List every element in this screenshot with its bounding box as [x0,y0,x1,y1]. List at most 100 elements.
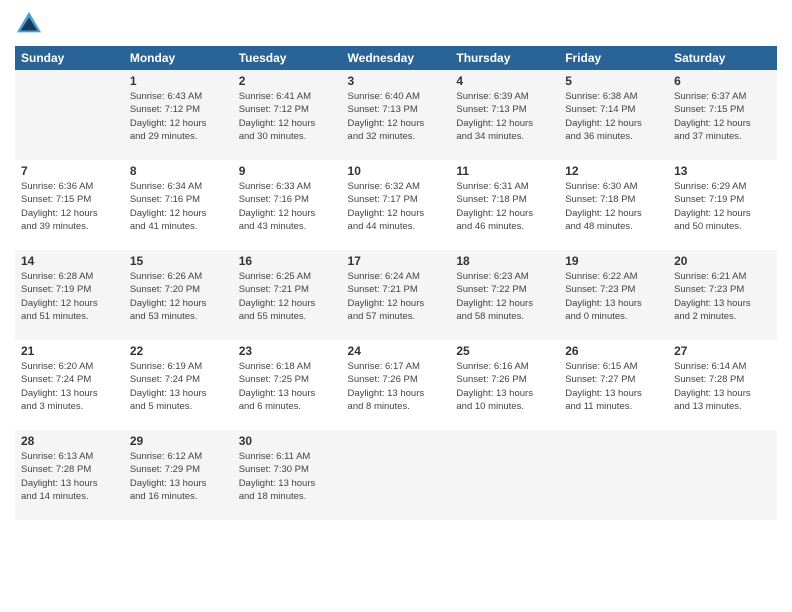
day-number: 9 [239,164,336,178]
day-number: 10 [348,164,445,178]
day-number: 25 [456,344,553,358]
day-cell-29: 29Sunrise: 6:12 AM Sunset: 7:29 PM Dayli… [124,430,233,520]
day-info: Sunrise: 6:20 AM Sunset: 7:24 PM Dayligh… [21,360,118,413]
day-number: 11 [456,164,553,178]
day-info: Sunrise: 6:38 AM Sunset: 7:14 PM Dayligh… [565,90,662,143]
day-info: Sunrise: 6:29 AM Sunset: 7:19 PM Dayligh… [674,180,771,233]
day-info: Sunrise: 6:12 AM Sunset: 7:29 PM Dayligh… [130,450,227,503]
day-cell-26: 26 Sunrise: 6:15 AM Sunset: 7:27 PM Dayli… [559,340,668,430]
day-cell-12: 12 Sunrise: 6:30 AM Sunset: 7:18 PM Dayli… [559,160,668,250]
day-number: 5 [565,74,662,88]
week-row-3: 14 Sunrise: 6:28 AM Sunset: 7:19 PM Dayli… [15,250,777,340]
day-number: 20 [674,254,771,268]
day-cell-3: 3 Sunrise: 6:40 AM Sunset: 7:13 PM Daylig… [342,70,451,160]
day-cell-32 [450,430,559,520]
header-day-tuesday: Tuesday [233,46,342,70]
day-number: 3 [348,74,445,88]
day-cell-18: 18 Sunrise: 6:23 AM Sunset: 7:22 PM Dayli… [450,250,559,340]
day-cell-1: 1 Sunrise: 6:43 AM Sunset: 7:12 PM Daylig… [124,70,233,160]
day-cell-24: 24 Sunrise: 6:17 AM Sunset: 7:26 PM Dayli… [342,340,451,430]
day-number: 26 [565,344,662,358]
day-number: 30 [239,434,336,448]
day-number: 14 [21,254,118,268]
day-info: Sunrise: 6:21 AM Sunset: 7:23 PM Dayligh… [674,270,771,323]
day-number: 22 [130,344,227,358]
day-cell-10: 10 Sunrise: 6:32 AM Sunset: 7:17 PM Dayli… [342,160,451,250]
day-info: Sunrise: 6:28 AM Sunset: 7:19 PM Dayligh… [21,270,118,323]
day-info: Sunrise: 6:16 AM Sunset: 7:26 PM Dayligh… [456,360,553,413]
day-info: Sunrise: 6:30 AM Sunset: 7:18 PM Dayligh… [565,180,662,233]
day-cell-25: 25 Sunrise: 6:16 AM Sunset: 7:26 PM Dayli… [450,340,559,430]
day-cell-15: 15 Sunrise: 6:26 AM Sunset: 7:20 PM Dayli… [124,250,233,340]
day-number: 24 [348,344,445,358]
day-info: Sunrise: 6:17 AM Sunset: 7:26 PM Dayligh… [348,360,445,413]
day-info: Sunrise: 6:24 AM Sunset: 7:21 PM Dayligh… [348,270,445,323]
day-info: Sunrise: 6:40 AM Sunset: 7:13 PM Dayligh… [348,90,445,143]
day-cell-5: 5 Sunrise: 6:38 AM Sunset: 7:14 PM Daylig… [559,70,668,160]
day-cell-23: 23Sunrise: 6:18 AM Sunset: 7:25 PM Dayli… [233,340,342,430]
day-cell-19: 19 Sunrise: 6:22 AM Sunset: 7:23 PM Dayli… [559,250,668,340]
calendar-table: SundayMondayTuesdayWednesdayThursdayFrid… [15,46,777,520]
day-info: Sunrise: 6:32 AM Sunset: 7:17 PM Dayligh… [348,180,445,233]
day-number: 28 [21,434,118,448]
logo-icon [15,10,43,38]
day-cell-28: 28 Sunrise: 6:13 AM Sunset: 7:28 PM Dayli… [15,430,124,520]
day-cell-0 [15,70,124,160]
header-day-monday: Monday [124,46,233,70]
day-info: Sunrise: 6:13 AM Sunset: 7:28 PM Dayligh… [21,450,118,503]
day-cell-31 [342,430,451,520]
header-day-thursday: Thursday [450,46,559,70]
day-cell-11: 11 Sunrise: 6:31 AM Sunset: 7:18 PM Dayli… [450,160,559,250]
week-row-4: 21 Sunrise: 6:20 AM Sunset: 7:24 PM Dayli… [15,340,777,430]
day-number: 16 [239,254,336,268]
day-info: Sunrise: 6:15 AM Sunset: 7:27 PM Dayligh… [565,360,662,413]
day-cell-33 [559,430,668,520]
header-day-saturday: Saturday [668,46,777,70]
day-cell-7: 7 Sunrise: 6:36 AM Sunset: 7:15 PM Daylig… [15,160,124,250]
day-cell-30: 30 Sunrise: 6:11 AM Sunset: 7:30 PM Dayli… [233,430,342,520]
day-number: 18 [456,254,553,268]
day-cell-4: 4 Sunrise: 6:39 AM Sunset: 7:13 PM Daylig… [450,70,559,160]
day-info: Sunrise: 6:26 AM Sunset: 7:20 PM Dayligh… [130,270,227,323]
day-info: Sunrise: 6:22 AM Sunset: 7:23 PM Dayligh… [565,270,662,323]
day-info: Sunrise: 6:33 AM Sunset: 7:16 PM Dayligh… [239,180,336,233]
day-info: Sunrise: 6:34 AM Sunset: 7:16 PM Dayligh… [130,180,227,233]
day-info: Sunrise: 6:43 AM Sunset: 7:12 PM Dayligh… [130,90,227,143]
day-number: 12 [565,164,662,178]
day-number: 6 [674,74,771,88]
day-cell-9: 9 Sunrise: 6:33 AM Sunset: 7:16 PM Daylig… [233,160,342,250]
day-number: 27 [674,344,771,358]
day-cell-21: 21 Sunrise: 6:20 AM Sunset: 7:24 PM Dayli… [15,340,124,430]
day-number: 21 [21,344,118,358]
header [15,10,777,38]
day-info: Sunrise: 6:39 AM Sunset: 7:13 PM Dayligh… [456,90,553,143]
day-number: 4 [456,74,553,88]
day-cell-6: 6Sunrise: 6:37 AM Sunset: 7:15 PM Daylig… [668,70,777,160]
day-number: 7 [21,164,118,178]
week-row-5: 28 Sunrise: 6:13 AM Sunset: 7:28 PM Dayli… [15,430,777,520]
week-row-1: 1 Sunrise: 6:43 AM Sunset: 7:12 PM Daylig… [15,70,777,160]
page: SundayMondayTuesdayWednesdayThursdayFrid… [0,0,792,612]
day-cell-27: 27 Sunrise: 6:14 AM Sunset: 7:28 PM Dayli… [668,340,777,430]
day-number: 8 [130,164,227,178]
day-number: 13 [674,164,771,178]
day-cell-16: 16 Sunrise: 6:25 AM Sunset: 7:21 PM Dayli… [233,250,342,340]
day-cell-8: 8 Sunrise: 6:34 AM Sunset: 7:16 PM Daylig… [124,160,233,250]
week-row-2: 7 Sunrise: 6:36 AM Sunset: 7:15 PM Daylig… [15,160,777,250]
day-cell-13: 13 Sunrise: 6:29 AM Sunset: 7:19 PM Dayli… [668,160,777,250]
header-day-wednesday: Wednesday [342,46,451,70]
day-cell-2: 2Sunrise: 6:41 AM Sunset: 7:12 PM Daylig… [233,70,342,160]
day-info: Sunrise: 6:11 AM Sunset: 7:30 PM Dayligh… [239,450,336,503]
day-info: Sunrise: 6:25 AM Sunset: 7:21 PM Dayligh… [239,270,336,323]
day-number: 19 [565,254,662,268]
day-info: Sunrise: 6:23 AM Sunset: 7:22 PM Dayligh… [456,270,553,323]
day-info: Sunrise: 6:36 AM Sunset: 7:15 PM Dayligh… [21,180,118,233]
day-number: 15 [130,254,227,268]
day-info: Sunrise: 6:19 AM Sunset: 7:24 PM Dayligh… [130,360,227,413]
day-number: 1 [130,74,227,88]
day-info: Sunrise: 6:31 AM Sunset: 7:18 PM Dayligh… [456,180,553,233]
header-day-friday: Friday [559,46,668,70]
day-number: 17 [348,254,445,268]
day-info: Sunrise: 6:14 AM Sunset: 7:28 PM Dayligh… [674,360,771,413]
day-cell-22: 22 Sunrise: 6:19 AM Sunset: 7:24 PM Dayli… [124,340,233,430]
